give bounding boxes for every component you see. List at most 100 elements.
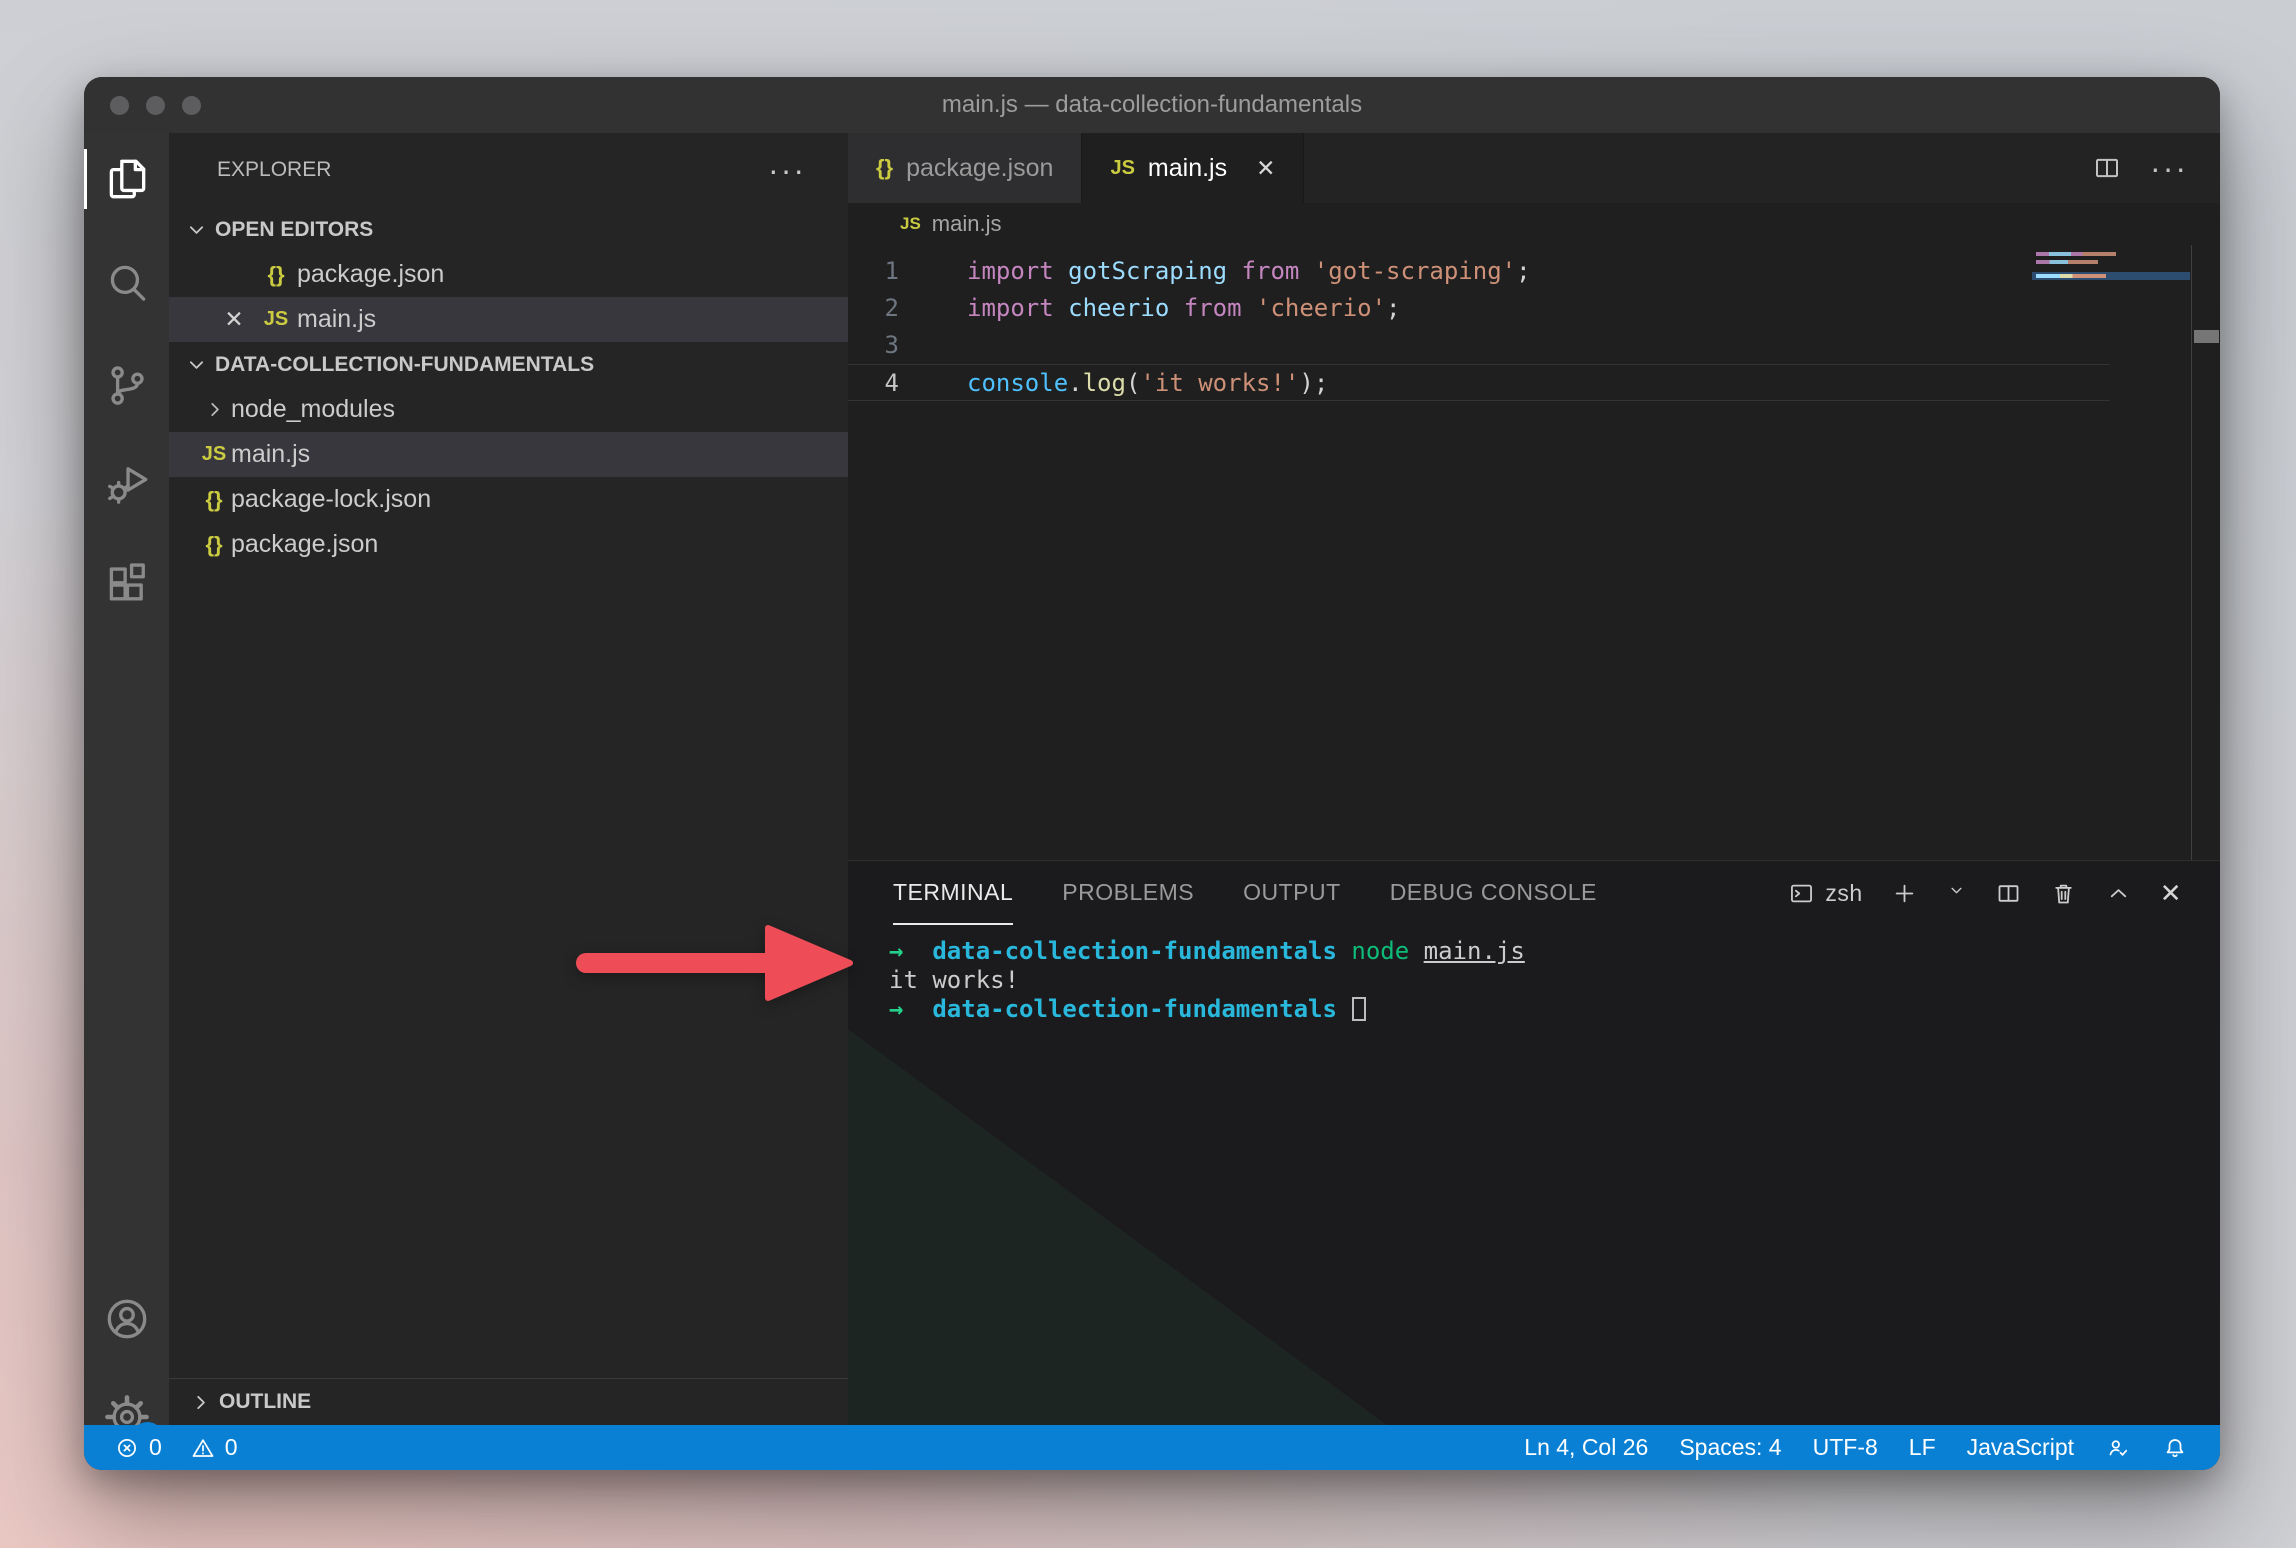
code-editor[interactable]: 1 import gotScraping from 'got-scraping'… [848, 245, 2220, 860]
trash-icon[interactable] [2050, 880, 2077, 907]
chevron-up-icon[interactable] [2105, 880, 2132, 907]
debug-play-bug-icon [102, 458, 152, 508]
extensions-icon [102, 558, 152, 608]
json-icon: {} [197, 487, 231, 513]
sidebar-header: EXPLORER ··· [169, 133, 848, 207]
tree-item-package-lock-json[interactable]: {} package-lock.json [169, 477, 848, 522]
files-icon [102, 154, 152, 204]
js-icon: JS [900, 214, 921, 234]
split-terminal-icon[interactable] [1995, 880, 2022, 907]
new-terminal-icon[interactable] [1891, 880, 1918, 907]
chevron-right-icon [187, 1389, 214, 1416]
tree-item-package-json[interactable]: {} package.json [169, 522, 848, 567]
explorer-sidebar: EXPLORER ··· OPEN EDITORS {} package.jso… [169, 133, 848, 1425]
editor-actions: ··· [2092, 133, 2220, 203]
split-editor-icon[interactable] [2092, 153, 2122, 183]
window-title: main.js — data-collection-fundamentals [84, 77, 2220, 133]
tab-package-json[interactable]: {} package.json [848, 133, 1082, 203]
close-tab-icon[interactable]: ✕ [1256, 155, 1275, 182]
terminal-line[interactable]: → data-collection-fundamentals [889, 995, 2220, 1024]
activity-extensions-button[interactable] [84, 545, 169, 621]
code-line: 2 import cheerio from 'cheerio'; [848, 290, 2110, 327]
json-icon: {} [197, 532, 231, 558]
chevron-down-icon [183, 351, 210, 378]
feedback-icon[interactable] [2105, 1435, 2131, 1461]
status-right-items: Ln 4, Col 26 Spaces: 4 UTF-8 LF JavaScri… [1524, 1434, 2188, 1461]
panel-tab-bar: TERMINAL PROBLEMS OUTPUT DEBUG CONSOLE z… [848, 861, 2220, 925]
tree-item-label: package.json [231, 530, 378, 559]
tree-item-label: package-lock.json [231, 485, 431, 514]
line-number: 2 [848, 290, 899, 327]
tab-debug-console[interactable]: DEBUG CONSOLE [1390, 861, 1597, 925]
vscode-window: main.js — data-collection-fundamentals [84, 77, 2220, 1470]
json-icon: {} [255, 262, 297, 288]
sidebar-title: EXPLORER [217, 158, 331, 182]
panel-actions: zsh ✕ [1788, 861, 2220, 925]
editor-tab-bar: {} package.json JS main.js ✕ ··· [848, 133, 2220, 203]
tab-label: package.json [906, 154, 1053, 183]
breadcrumb-file[interactable]: main.js [932, 211, 1002, 237]
close-panel-icon[interactable]: ✕ [2160, 878, 2182, 909]
line-number: 1 [848, 253, 899, 290]
activity-account-button[interactable] [84, 1281, 169, 1357]
status-cursor-position[interactable]: Ln 4, Col 26 [1524, 1434, 1648, 1461]
activity-explorer-button[interactable] [84, 141, 169, 217]
activity-bar: 1 [84, 133, 169, 1425]
warning-icon [190, 1435, 216, 1461]
code-line: 3 [848, 327, 2110, 364]
tree-item-node-modules[interactable]: node_modules [169, 387, 848, 432]
tab-label: main.js [1148, 154, 1227, 183]
tree-item-label: main.js [231, 440, 310, 469]
minimap[interactable] [2032, 248, 2190, 312]
open-editors-section-header[interactable]: OPEN EDITORS [169, 207, 848, 252]
error-count: 0 [149, 1434, 162, 1461]
minimap-current-line [2032, 272, 2190, 280]
more-actions-icon[interactable]: ··· [2150, 150, 2188, 187]
activity-source-control-button[interactable] [84, 347, 169, 423]
tab-output[interactable]: OUTPUT [1243, 861, 1341, 925]
terminal-line[interactable]: → data-collection-fundamentals node main… [889, 937, 2220, 966]
bottom-panel: TERMINAL PROBLEMS OUTPUT DEBUG CONSOLE z… [848, 860, 2220, 1425]
terminal-output[interactable]: → data-collection-fundamentals node main… [848, 925, 2220, 1425]
status-language[interactable]: JavaScript [1967, 1434, 2074, 1461]
activity-run-debug-button[interactable] [84, 445, 169, 521]
open-editor-item-main-js[interactable]: ✕ JS main.js [169, 297, 848, 342]
outline-section-header[interactable]: OUTLINE [169, 1378, 848, 1425]
workspace-section-header[interactable]: DATA-COLLECTION-FUNDAMENTALS [169, 342, 848, 387]
line-number: 3 [848, 327, 899, 364]
open-editor-label: package.json [297, 260, 444, 289]
tab-terminal[interactable]: TERMINAL [893, 861, 1013, 925]
scrollbar-thumb[interactable] [2194, 330, 2219, 343]
search-icon [102, 258, 152, 308]
account-icon [102, 1294, 152, 1344]
window-titlebar[interactable]: main.js — data-collection-fundamentals [84, 77, 2220, 133]
warning-count: 0 [225, 1434, 238, 1461]
js-icon: JS [1110, 157, 1134, 180]
js-icon: JS [255, 308, 297, 331]
terminal-icon [1788, 880, 1815, 907]
editor-scrollbar[interactable] [2191, 245, 2220, 860]
close-editor-icon[interactable]: ✕ [213, 306, 255, 333]
terminal-line[interactable]: it works! [889, 966, 2220, 995]
breadcrumb[interactable]: JS main.js [848, 203, 2220, 245]
status-eol[interactable]: LF [1909, 1434, 1936, 1461]
status-encoding[interactable]: UTF-8 [1813, 1434, 1878, 1461]
editor-group: {} package.json JS main.js ✕ ··· JS main… [848, 133, 2220, 1425]
json-icon: {} [876, 155, 893, 181]
shell-label: zsh [1825, 880, 1862, 907]
tree-item-main-js[interactable]: JS main.js [169, 432, 848, 477]
tab-problems[interactable]: PROBLEMS [1062, 861, 1194, 925]
problems-status[interactable]: 0 0 [114, 1434, 238, 1461]
git-branch-icon [102, 360, 152, 410]
open-editor-item-package-json[interactable]: {} package.json [169, 252, 848, 297]
error-icon [114, 1435, 140, 1461]
js-icon: JS [197, 443, 231, 466]
terminal-shell-selector[interactable]: zsh [1788, 880, 1862, 907]
status-indentation[interactable]: Spaces: 4 [1679, 1434, 1781, 1461]
chevron-down-icon[interactable] [1946, 880, 1967, 901]
bell-icon[interactable] [2162, 1435, 2188, 1461]
activity-search-button[interactable] [84, 245, 169, 321]
code-line-current: 4 console.log('it works!'); [848, 364, 2110, 401]
tab-main-js[interactable]: JS main.js ✕ [1082, 133, 1304, 203]
sidebar-more-actions-button[interactable]: ··· [768, 152, 806, 189]
